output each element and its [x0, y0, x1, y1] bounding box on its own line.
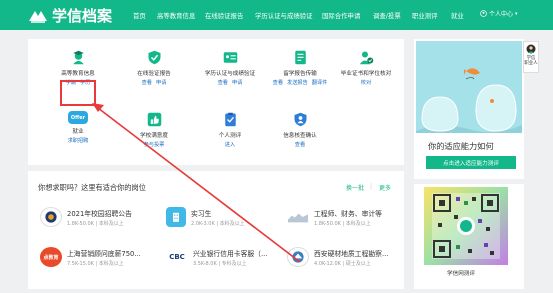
site-logo[interactable]: 学信档案 [28, 5, 112, 26]
job-name: 上海营销顾问底薪750... [67, 249, 141, 258]
company-logo [287, 207, 309, 227]
job-detail: 4.0K-12.0K | 硕士及以上 [314, 260, 371, 267]
job-item[interactable]: 实习生 2.0K-3.0K | 本科及以上 [166, 207, 245, 227]
nav-item-international[interactable]: 国际合作申请 [322, 11, 360, 20]
job-name: 西安硬材地质工程勘察... [314, 249, 389, 258]
job-name: 2021年校园招聘公告 [67, 209, 132, 218]
id-card-icon [222, 49, 239, 66]
company-logo [287, 247, 309, 267]
company-logo: 点教育 [40, 247, 62, 267]
logo-text: 学信档案 [52, 7, 113, 25]
job-item[interactable]: 2021年校园招聘公告 1.8K-50.0K | 本科及以上 [40, 207, 132, 227]
link-view[interactable]: 查看 [273, 80, 283, 86]
link-enter[interactable]: 进入 [225, 142, 235, 148]
link-view[interactable]: 查看 [142, 80, 152, 86]
career-float-widget[interactable]: 学信 职业人 [523, 41, 539, 73]
person-shield-icon [292, 111, 309, 128]
link-view[interactable]: 查看 [295, 142, 305, 148]
job-detail: 7.5K-15.0K | 本科及以上 [67, 260, 124, 267]
link-view[interactable]: 查看 [218, 80, 228, 86]
separator: | [370, 183, 373, 190]
shield-check-icon [146, 49, 163, 66]
link-verify[interactable]: 校对 [361, 80, 371, 86]
job-name: 实习生 [191, 209, 212, 218]
qr-code[interactable] [424, 187, 508, 265]
chevron-down-icon: ▾ [515, 10, 518, 17]
nav-item-home[interactable]: 首页 [133, 11, 146, 20]
job-item[interactable]: 西安硬材地质工程勘察... 4.0K-12.0K | 硕士及以上 [287, 247, 388, 267]
fishbowl-illustration [416, 41, 522, 133]
job-item[interactable]: CBC 兴业银行信用卡客服（... 3.5K-8.0K | 专科及以上 [166, 247, 267, 267]
user-circle-icon [480, 10, 487, 17]
link-apply[interactable]: 申请 [232, 80, 242, 86]
company-logo [40, 207, 62, 227]
service-title: 毕业证书和学位核对 [340, 71, 392, 77]
more-link[interactable]: 更多 [379, 183, 391, 192]
nav-item-online-report[interactable]: 在线验证报告 [205, 11, 243, 20]
job-name: 兴业银行信用卡客服（... [193, 249, 268, 258]
job-detail: 1.8K-50.0K | 本科及以上 [67, 220, 124, 227]
doc-send-icon [292, 49, 309, 66]
highlight-box [60, 80, 96, 106]
adaptability-title: 你的适应能力如何 [428, 141, 494, 151]
top-navigation-bar: 学信档案 首页 高等教育信息 在线验证报告 学历认证与成绩验证 国际合作申请 调… [0, 0, 553, 30]
book-logo-icon [29, 10, 47, 23]
offer-icon: Offer [68, 111, 88, 124]
thumbs-up-icon [146, 111, 163, 128]
service-title: 信息核查确认 [283, 133, 317, 139]
user-center-menu[interactable]: 个人中心 ▾ [480, 9, 518, 18]
nav-item-career-test[interactable]: 职业测评 [412, 11, 438, 20]
refresh-button[interactable]: 换一批 [346, 183, 364, 192]
job-item[interactable]: 工程师、财务、审计等 1.8K-50.0K | 本科及以上 [287, 207, 382, 227]
company-logo [166, 207, 186, 227]
clipboard-icon [222, 111, 239, 128]
nav-item-higher-edu[interactable]: 高等教育信息 [157, 11, 195, 20]
graduate-icon [70, 49, 87, 66]
float-label-2: 职业人 [524, 61, 538, 66]
job-detail: 3.5K-8.0K | 专科及以上 [193, 260, 247, 267]
nav-item-degree-cert[interactable]: 学历认证与成绩验证 [255, 11, 313, 20]
user-check-icon [358, 49, 375, 66]
link-job-search[interactable]: 求职招聘 [68, 138, 89, 144]
service-info-check: 信息核查确认 查看 [252, 101, 348, 163]
user-center-label: 个人中心 [489, 11, 514, 18]
qr-label: 学信网测评 [447, 271, 475, 277]
avatar-icon [526, 44, 536, 54]
service-diploma-check: 毕业证书和学位核对 校对 [318, 39, 414, 101]
company-logo: CBC [166, 247, 188, 267]
job-detail: 1.8K-50.0K | 本科及以上 [314, 220, 371, 227]
link-vote[interactable]: 参与投票 [144, 142, 165, 148]
nav-item-employment[interactable]: 就业 [451, 11, 464, 20]
nav-item-survey[interactable]: 调查/投票 [373, 11, 401, 20]
link-send-report[interactable]: 发送报告 [287, 80, 308, 86]
start-test-button[interactable]: 点击进入适应能力测评 [426, 156, 516, 169]
job-detail: 2.0K-3.0K | 本科及以上 [191, 220, 245, 227]
job-name: 工程师、财务、审计等 [314, 209, 382, 218]
link-apply[interactable]: 申请 [156, 80, 166, 86]
job-item[interactable]: 点教育 上海营销顾问底薪750... 7.5K-15.0K | 本科及以上 [40, 247, 141, 267]
jobs-title: 你想求职吗？这里有适合你的岗位 [38, 183, 146, 192]
